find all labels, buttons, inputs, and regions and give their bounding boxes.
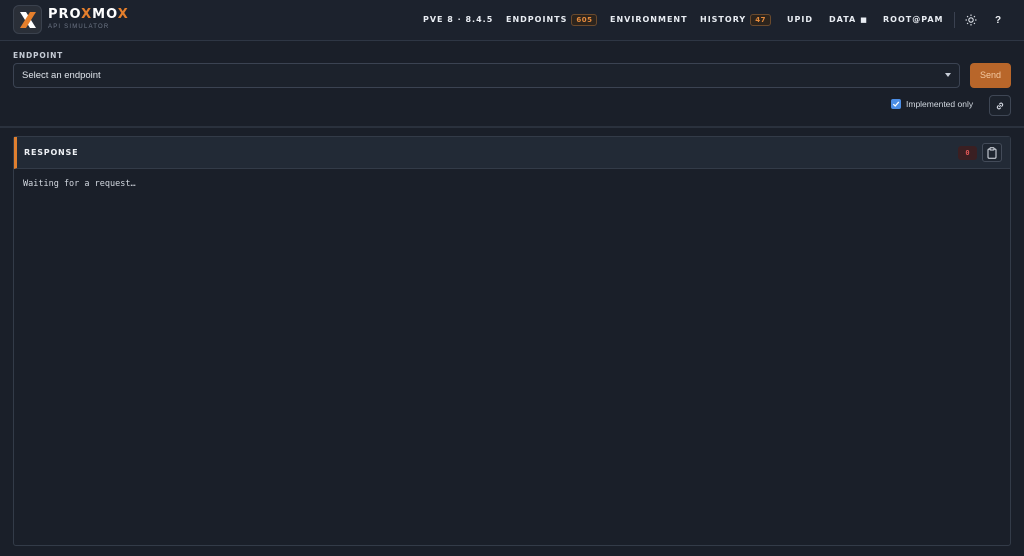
send-button[interactable]: Send [970,63,1011,88]
sun-icon[interactable] [963,12,979,28]
link-icon[interactable] [989,95,1011,116]
data-square-icon: ■ [860,16,868,24]
help-button[interactable]: ? [990,12,1006,28]
history-count-badge: 47 [750,14,771,26]
nav-endpoints[interactable]: ENDPOINTS 605 [506,13,598,27]
nav-data[interactable]: DATA ■ [829,13,868,27]
implemented-only-checkbox[interactable] [891,99,901,109]
endpoints-count-badge: 605 [571,14,598,26]
nav-version[interactable]: PVE 8 · 8.4.5 [423,13,493,27]
top-bar: PROXMOX API SIMULATOR PVE 8 · 8.4.5 ENDP… [0,0,1024,41]
response-body: Waiting for a request… [23,179,136,189]
nav-divider [954,12,955,28]
chevron-down-icon [945,73,951,77]
nav-user[interactable]: ROOT@PAM [883,13,944,27]
response-panel: RESPONSE 0 Waiting for a request… [13,136,1011,546]
response-title: RESPONSE [24,148,79,157]
endpoint-select[interactable]: Select an endpoint [13,63,960,88]
section-divider [0,126,1024,128]
nav-history[interactable]: HISTORY 47 [700,13,771,27]
endpoint-select-value: Select an endpoint [22,70,101,81]
brand-name: PROXMOX [48,7,129,22]
status-code-badge: 0 [958,146,977,160]
proxmox-logo-icon[interactable] [13,5,42,34]
clipboard-icon[interactable] [982,143,1002,162]
response-header: RESPONSE 0 [14,137,1010,169]
nav-upid[interactable]: UPID [787,13,813,27]
nav-environment[interactable]: ENVIRONMENT [610,13,688,27]
brand: PROXMOX API SIMULATOR [48,8,129,31]
brand-subtitle: API SIMULATOR [48,24,110,30]
endpoint-label: ENDPOINT [13,51,64,60]
implemented-only-label: Implemented only [906,99,974,109]
implemented-only-toggle[interactable]: Implemented only [891,99,973,109]
